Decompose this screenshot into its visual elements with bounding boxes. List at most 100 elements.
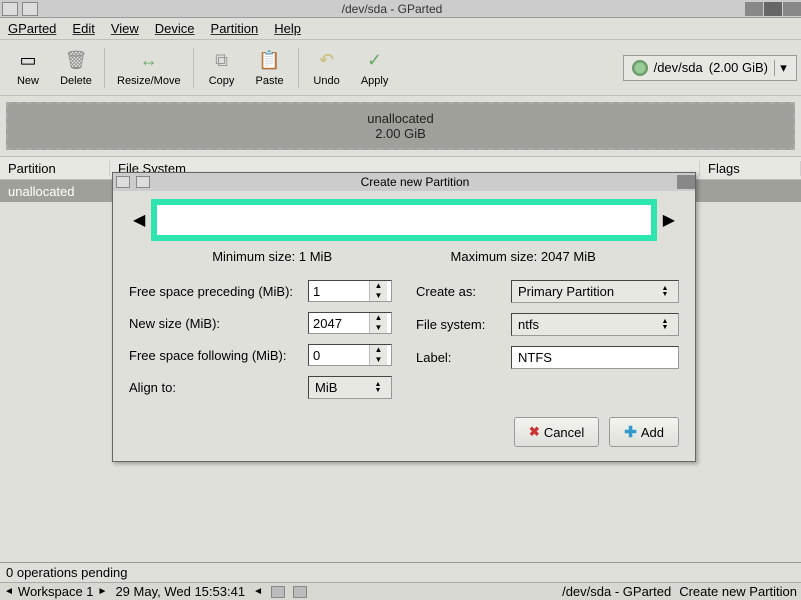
delete-button[interactable]: 🗑 Delete: [52, 45, 100, 91]
task-item[interactable]: /dev/sda - GParted: [562, 584, 671, 599]
paste-button[interactable]: 📋 Paste: [246, 45, 294, 91]
tray-icon[interactable]: [271, 586, 285, 598]
copy-icon: ⧉: [210, 49, 234, 73]
filesystem-value: ntfs: [518, 317, 658, 332]
cancel-label: Cancel: [544, 425, 584, 440]
slider-right-icon[interactable]: ▶: [663, 210, 675, 230]
task-item[interactable]: Create new Partition: [679, 584, 797, 599]
spin-down-icon[interactable]: ▼: [370, 355, 387, 365]
min-size-label: Minimum size: 1 MiB: [212, 249, 332, 264]
main-titlebar: /dev/sda - GParted: [0, 0, 801, 18]
close-button[interactable]: [783, 2, 801, 16]
device-size: (2.00 GiB): [709, 60, 768, 75]
align-to-value: MiB: [315, 380, 371, 395]
resize-icon: ↔: [137, 49, 161, 73]
spin-up-icon[interactable]: ▲: [370, 313, 387, 323]
device-path: /dev/sda: [654, 60, 703, 75]
dialog-close-button[interactable]: [677, 175, 695, 189]
tray-arrow-icon[interactable]: ◄: [253, 586, 263, 597]
maximize-button[interactable]: [764, 2, 782, 16]
apply-button[interactable]: ✓ Apply: [351, 45, 399, 91]
separator: [193, 48, 194, 88]
add-label: Add: [641, 425, 664, 440]
statusbar: 0 operations pending: [0, 562, 801, 582]
workspace-next-icon[interactable]: ►: [98, 586, 108, 597]
undo-icon: ↶: [315, 49, 339, 73]
new-size-input[interactable]: ▲▼: [308, 312, 392, 334]
new-icon: ▭: [16, 49, 40, 73]
create-partition-dialog: Create new Partition ◀ ▶ Minimum size: 1…: [112, 172, 696, 462]
new-size-label: New size (MiB):: [129, 316, 308, 331]
label-input[interactable]: [511, 346, 679, 369]
separator: [298, 48, 299, 88]
resize-button[interactable]: ↔ Resize/Move: [109, 45, 189, 91]
spin-up-icon[interactable]: ▲: [370, 281, 387, 291]
cell-partition: unallocated: [0, 184, 110, 199]
label-label: Label:: [416, 350, 511, 365]
disk-icon: [632, 60, 648, 76]
add-icon: ✚: [624, 423, 637, 441]
window-title: /dev/sda - GParted: [40, 2, 744, 16]
chevron-down-icon: ▾: [774, 60, 788, 76]
add-button[interactable]: ✚ Add: [609, 417, 679, 447]
filesystem-label: File system:: [416, 317, 511, 332]
create-as-select[interactable]: Primary Partition ▲▼: [511, 280, 679, 303]
spin-down-icon[interactable]: ▼: [370, 323, 387, 333]
app-icon: [2, 2, 18, 16]
size-info: Minimum size: 1 MiB Maximum size: 2047 M…: [113, 245, 695, 272]
menu-help[interactable]: Help: [274, 21, 301, 36]
minimize-button[interactable]: [745, 2, 763, 16]
label-field[interactable]: [518, 350, 672, 365]
select-arrows-icon: ▲▼: [658, 286, 672, 298]
workspace-label[interactable]: Workspace 1: [18, 584, 94, 599]
col-flags[interactable]: Flags: [700, 161, 801, 176]
slider-left-icon[interactable]: ◀: [133, 210, 145, 230]
col-partition[interactable]: Partition: [0, 161, 110, 176]
menubar: GParted Edit View Device Partition Help: [0, 18, 801, 40]
spin-down-icon[interactable]: ▼: [370, 291, 387, 301]
size-slider: ◀ ▶: [113, 191, 695, 245]
align-to-label: Align to:: [129, 380, 308, 395]
filesystem-select[interactable]: ntfs ▲▼: [511, 313, 679, 336]
taskbar: ◄ Workspace 1 ► 29 May, Wed 15:53:41 ◄ /…: [0, 582, 801, 600]
new-button[interactable]: ▭ New: [4, 45, 52, 91]
free-preceding-input[interactable]: ▲▼: [308, 280, 392, 302]
cancel-icon: ✖: [529, 424, 540, 440]
paste-icon: 📋: [258, 49, 282, 73]
free-following-label: Free space following (MiB):: [129, 348, 308, 363]
max-size-label: Maximum size: 2047 MiB: [451, 249, 596, 264]
disk-map[interactable]: unallocated 2.00 GiB: [6, 102, 795, 150]
free-following-input[interactable]: ▲▼: [308, 344, 392, 366]
cancel-button[interactable]: ✖ Cancel: [514, 417, 599, 447]
menu-partition[interactable]: Partition: [211, 21, 259, 36]
delete-icon: 🗑: [64, 49, 88, 73]
align-to-select[interactable]: MiB ▲▼: [308, 376, 392, 399]
dialog-icon-2: [136, 176, 150, 188]
free-preceding-field[interactable]: [309, 281, 369, 301]
status-text: 0 operations pending: [6, 565, 127, 580]
spin-up-icon[interactable]: ▲: [370, 345, 387, 355]
copy-button[interactable]: ⧉ Copy: [198, 45, 246, 91]
apply-icon: ✓: [363, 49, 387, 73]
diskmap-size: 2.00 GiB: [375, 126, 426, 141]
new-size-field[interactable]: [309, 313, 369, 333]
free-preceding-label: Free space preceding (MiB):: [129, 284, 308, 299]
workspace-prev-icon[interactable]: ◄: [4, 586, 14, 597]
device-selector[interactable]: /dev/sda (2.00 GiB) ▾: [623, 55, 797, 81]
menu-edit[interactable]: Edit: [72, 21, 94, 36]
menu-gparted[interactable]: GParted: [8, 21, 56, 36]
undo-button[interactable]: ↶ Undo: [303, 45, 351, 91]
dialog-title: Create new Partition: [153, 175, 677, 189]
menu-device[interactable]: Device: [155, 21, 195, 36]
slider-bar[interactable]: [151, 199, 656, 241]
create-as-value: Primary Partition: [518, 284, 658, 299]
diskmap-name: unallocated: [367, 111, 434, 126]
select-arrows-icon: ▲▼: [658, 319, 672, 331]
menu-view[interactable]: View: [111, 21, 139, 36]
dialog-icon: [116, 176, 130, 188]
tray-icon[interactable]: [293, 586, 307, 598]
free-following-field[interactable]: [309, 345, 369, 365]
app-icon-2: [22, 2, 38, 16]
create-as-label: Create as:: [416, 284, 511, 299]
select-arrows-icon: ▲▼: [371, 382, 385, 394]
